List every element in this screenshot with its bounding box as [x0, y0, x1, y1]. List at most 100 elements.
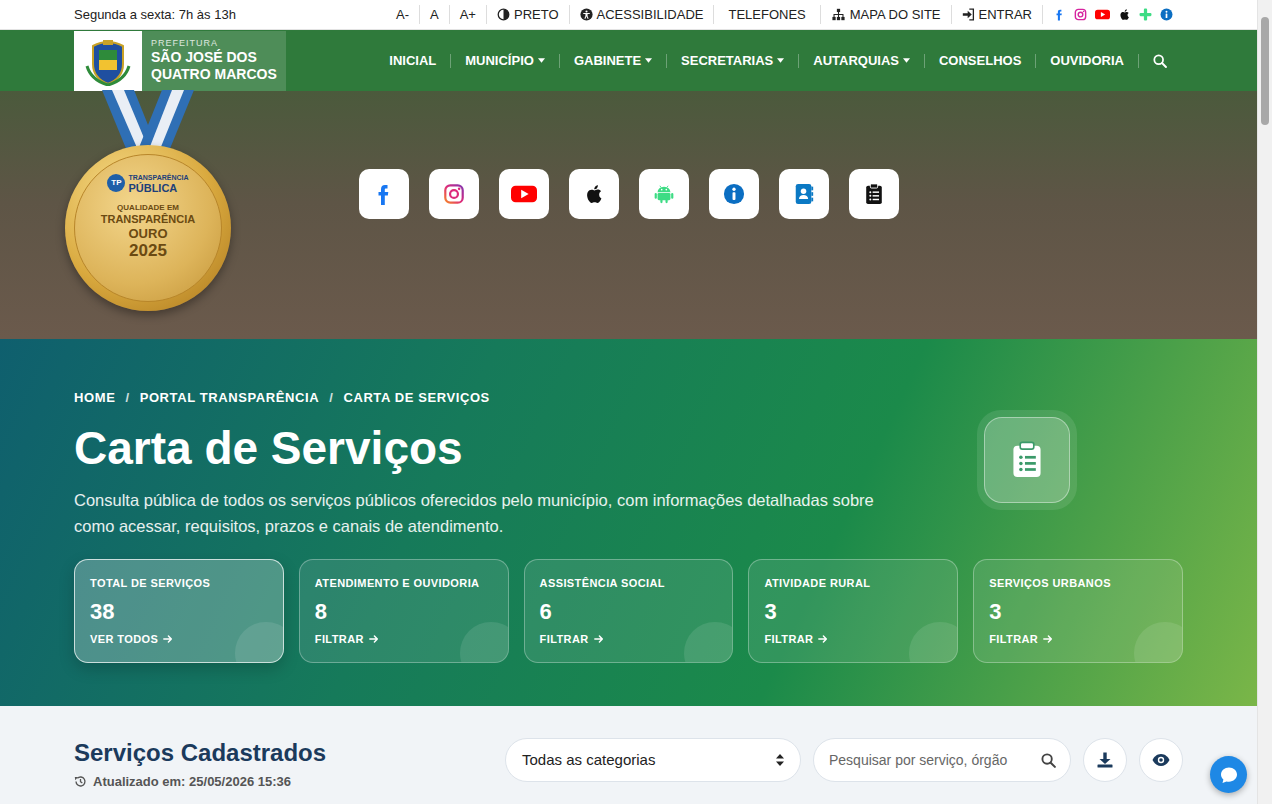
stat-action[interactable]: FILTRAR	[764, 632, 942, 646]
facebook-button[interactable]	[359, 169, 409, 219]
card-decoration	[235, 622, 284, 663]
category-value: Todas as categorias	[522, 749, 655, 772]
search-icon[interactable]	[1153, 54, 1167, 68]
scrollbar-thumb[interactable]	[1261, 17, 1269, 125]
accessibility-link[interactable]: ACESSIBILIDADE	[570, 5, 715, 25]
contacts-button[interactable]	[779, 169, 829, 219]
dropdown-caret-icon	[777, 58, 784, 63]
stat-label: ATENDIMENTO E OUVIDORIA	[315, 576, 493, 590]
stat-action[interactable]: FILTRAR	[989, 632, 1167, 646]
login-label: ENTRAR	[979, 5, 1032, 25]
menu-item[interactable]: AUTARQUIAS	[799, 51, 924, 71]
menu-separator	[798, 54, 799, 68]
contrast-icon	[497, 8, 510, 21]
login-link[interactable]: ENTRAR	[952, 5, 1043, 25]
menu-label: SECRETARIAS	[681, 51, 773, 71]
nav-bar: PREFEITURA SÃO JOSÉ DOS QUATRO MARCOS IN…	[0, 30, 1257, 91]
coat-of-arms-icon	[85, 36, 131, 86]
medal-logo: TP	[107, 174, 125, 192]
menu-label: MUNICÍPIO	[465, 51, 534, 71]
scrollbar[interactable]	[1257, 0, 1272, 804]
info-button[interactable]	[709, 169, 759, 219]
page-description: Consulta pública de todos os serviços pú…	[74, 487, 914, 539]
brand-name-line: SÃO JOSÉ DOS	[151, 49, 277, 66]
stat-card[interactable]: ASSISTÊNCIA SOCIAL 6 FILTRAR	[524, 559, 734, 663]
arrow-right-icon	[818, 634, 828, 644]
card-decoration	[909, 622, 958, 663]
facebook-icon[interactable]	[1053, 8, 1066, 21]
apple-button[interactable]	[569, 169, 619, 219]
view-button[interactable]	[1139, 738, 1183, 782]
clipboard-icon	[863, 183, 885, 205]
medal-disc: TP TRANSPARÊNCIA PÚBLICA QUALIDADE EM TR…	[65, 145, 231, 311]
page-title: Carta de Serviços	[74, 421, 977, 475]
stat-count: 6	[540, 600, 718, 624]
medal-line: QUALIDADE EM	[117, 203, 179, 213]
stat-card[interactable]: ATIVIDADE RURAL3FILTRAR	[748, 559, 958, 663]
youtube-icon	[511, 184, 537, 204]
services-heading: Serviços Cadastrados Atualizado em: 25/0…	[74, 738, 326, 804]
arrow-right-icon	[369, 634, 379, 644]
stat-action-label: FILTRAR	[989, 632, 1038, 646]
stat-action[interactable]: FILTRAR	[540, 632, 718, 646]
menu-separator	[924, 54, 925, 68]
stat-action[interactable]: FILTRAR	[315, 632, 493, 646]
apple-icon[interactable]	[1118, 8, 1131, 21]
select-arrows-icon	[776, 754, 784, 766]
instagram-button[interactable]	[429, 169, 479, 219]
stat-card[interactable]: SERVIÇOS URBANOS3FILTRAR	[973, 559, 1183, 663]
menu-separator	[666, 54, 667, 68]
arrow-right-icon	[163, 634, 173, 644]
phones-link[interactable]: TELEFONES	[714, 5, 820, 25]
menu-separator	[450, 54, 451, 68]
breadcrumb-separator: /	[329, 389, 333, 407]
social-links	[1043, 8, 1173, 21]
menu-item[interactable]: OUVIDORIA	[1036, 51, 1138, 71]
download-button[interactable]	[1083, 738, 1127, 782]
card-decoration	[684, 622, 733, 663]
android-button[interactable]	[639, 169, 689, 219]
stat-count: 8	[315, 600, 493, 624]
font-reset-button[interactable]: A	[420, 5, 450, 25]
youtube-button[interactable]	[499, 169, 549, 219]
medal-header: TP TRANSPARÊNCIA PÚBLICA	[107, 173, 188, 193]
menu-item[interactable]: CONSELHOS	[925, 51, 1035, 71]
header-badge-inner	[984, 417, 1070, 503]
services-button[interactable]	[849, 169, 899, 219]
breadcrumb: HOME/PORTAL TRANSPARÊNCIA/CARTA DE SERVI…	[74, 389, 977, 407]
info-icon[interactable]	[1160, 8, 1173, 21]
stat-card[interactable]: TOTAL DE SERVIÇOS38VER TODOS	[74, 559, 284, 663]
chat-button[interactable]	[1210, 756, 1247, 793]
menu-item[interactable]: GABINETE	[560, 51, 666, 71]
stat-action[interactable]: VER TODOS	[90, 632, 268, 646]
stat-label: ASSISTÊNCIA SOCIAL	[540, 576, 718, 590]
sitemap-link[interactable]: MAPA DO SITE	[821, 5, 952, 25]
youtube-icon[interactable]	[1095, 8, 1110, 21]
brand-kicker: PREFEITURA	[151, 38, 277, 49]
contrast-link[interactable]: PRETO	[487, 5, 570, 25]
header-text: HOME/PORTAL TRANSPARÊNCIA/CARTA DE SERVI…	[74, 389, 977, 539]
breadcrumb-item[interactable]: PORTAL TRANSPARÊNCIA	[140, 389, 320, 407]
card-decoration	[460, 622, 509, 663]
arrow-right-icon	[594, 634, 604, 644]
brand[interactable]: PREFEITURA SÃO JOSÉ DOS QUATRO MARCOS	[74, 31, 286, 91]
menu-item[interactable]: INICIAL	[375, 51, 450, 71]
breadcrumb-item[interactable]: HOME	[74, 389, 115, 407]
menu-item[interactable]: SECRETARIAS	[667, 51, 798, 71]
menu-label: INICIAL	[389, 51, 436, 71]
menu-label: OUVIDORIA	[1050, 51, 1124, 71]
dropdown-caret-icon	[538, 58, 545, 63]
android-icon[interactable]	[1139, 8, 1152, 21]
search-input[interactable]	[814, 739, 1070, 781]
search-icon[interactable]	[1041, 753, 1056, 768]
font-decrease-button[interactable]: A-	[386, 5, 420, 25]
top-tools: A- A A+ PRETO ACESSIBILIDADE TELEFONES M…	[386, 5, 1173, 25]
brand-text: PREFEITURA SÃO JOSÉ DOS QUATRO MARCOS	[142, 31, 286, 91]
search-field	[813, 738, 1071, 782]
instagram-icon[interactable]	[1074, 8, 1087, 21]
sitemap-icon	[831, 8, 846, 21]
menu-item[interactable]: MUNICÍPIO	[451, 51, 559, 71]
font-increase-button[interactable]: A+	[450, 5, 487, 25]
stat-card[interactable]: ATENDIMENTO E OUVIDORIA 8 FILTRAR	[299, 559, 509, 663]
category-select[interactable]: Todas as categorias	[505, 738, 801, 782]
